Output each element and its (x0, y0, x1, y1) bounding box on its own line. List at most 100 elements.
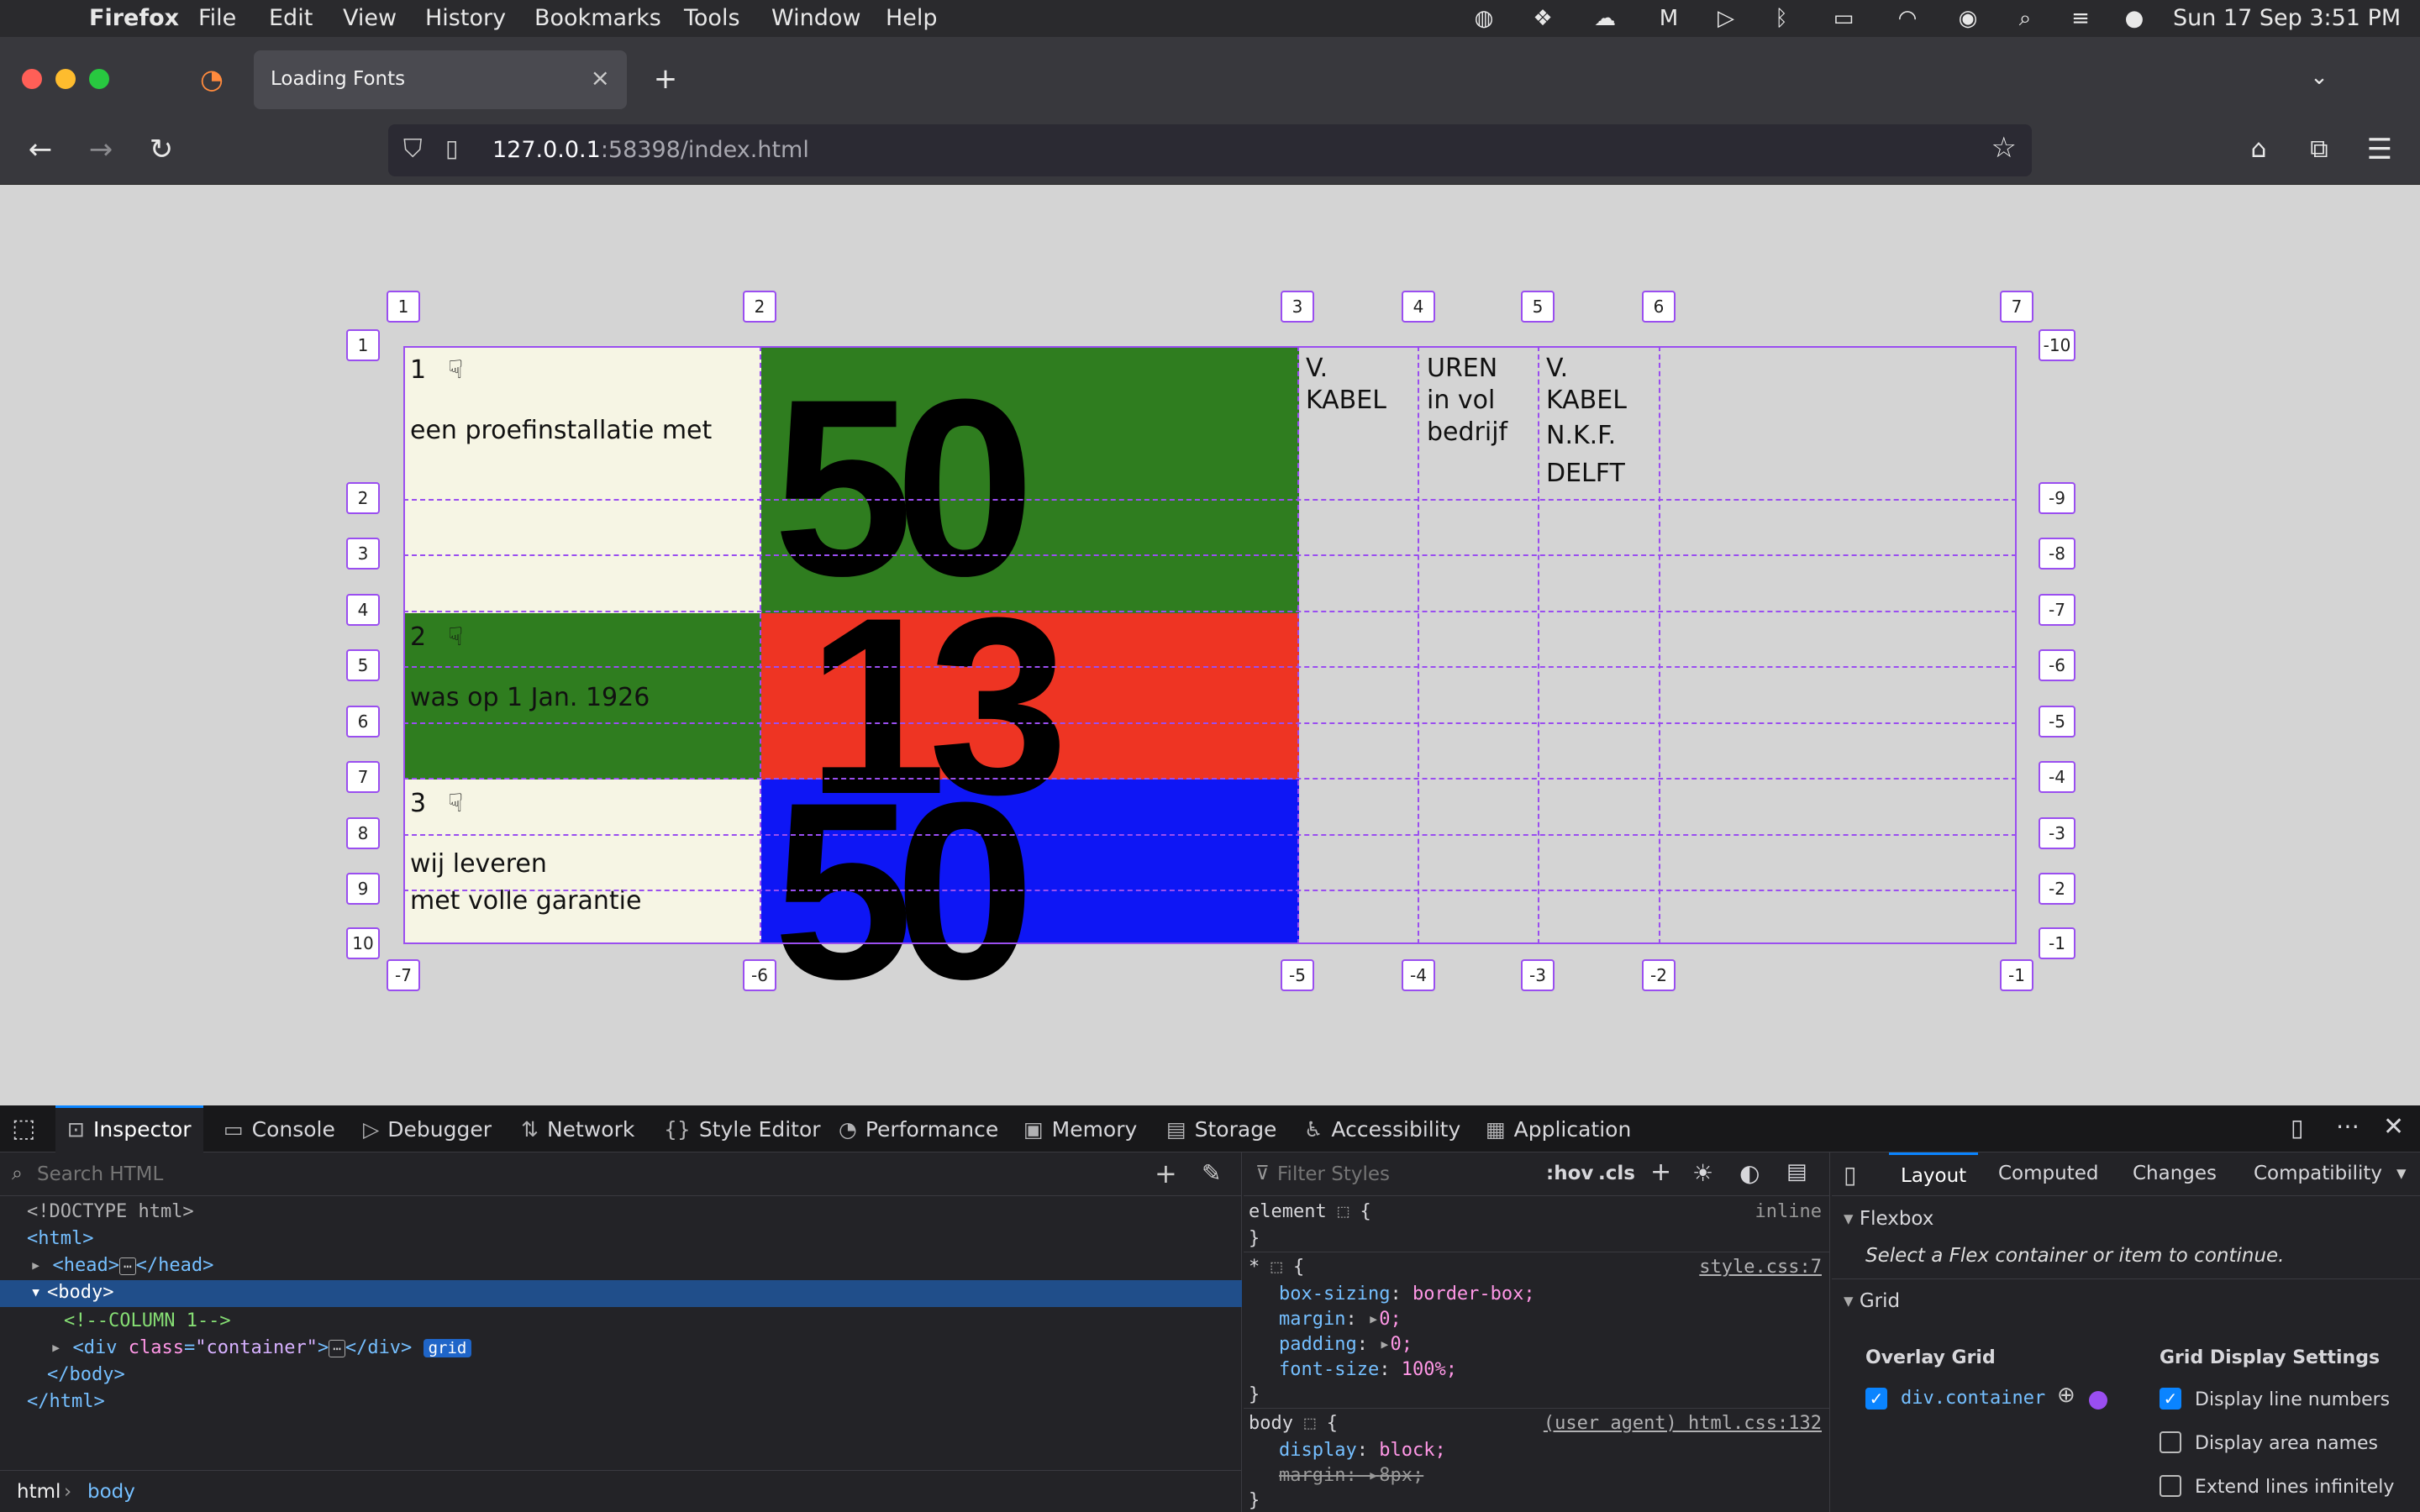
extend-lines-checkbox[interactable] (2160, 1475, 2181, 1497)
bluetooth-icon[interactable]: ᛒ (1770, 7, 1793, 30)
decl-padding[interactable]: padding: ▸0; (1279, 1334, 1413, 1355)
back-button[interactable]: ← (24, 133, 57, 166)
tab-loading-fonts[interactable]: Loading Fonts × (254, 50, 627, 109)
play-icon[interactable]: ▷ (1714, 7, 1738, 30)
menu-help[interactable]: Help (886, 5, 938, 31)
light-scheme-icon[interactable]: ☀ (1692, 1159, 1713, 1187)
pick-element-icon[interactable]: ⬚ (12, 1114, 35, 1143)
display-line-numbers-checkbox[interactable]: ✓ (2160, 1388, 2181, 1410)
menu-history[interactable]: History (425, 5, 506, 31)
menu-edit[interactable]: Edit (269, 5, 313, 31)
decl-box-sizing[interactable]: box-sizing: border-box; (1279, 1284, 1535, 1305)
battery-icon[interactable]: ▭ (1825, 7, 1862, 30)
app-menu-icon[interactable]: ☰ (2363, 133, 2396, 166)
siri-icon[interactable]: ● (2123, 7, 2146, 30)
zoom-window-button[interactable] (89, 69, 109, 89)
tab-inspector[interactable]: ⊡ Inspector (55, 1105, 203, 1152)
highlight-node-icon[interactable]: ⊕ (2057, 1383, 2075, 1408)
extensions-icon[interactable]: ⧉ (2302, 133, 2336, 166)
grid-section-header[interactable]: ▾ Grid (1844, 1290, 1900, 1312)
list-tabs-icon[interactable]: ⌄ (2302, 60, 2336, 94)
reload-button[interactable]: ↻ (145, 133, 178, 166)
filter-styles-input[interactable] (1277, 1159, 1512, 1189)
collapsed-ellipsis[interactable]: ⋯ (118, 1257, 136, 1275)
tab-network[interactable]: ⇅ Network (521, 1117, 634, 1142)
pocket-icon[interactable]: ⌂ (2242, 133, 2275, 166)
close-tab-icon[interactable]: × (591, 64, 610, 92)
wifi-icon[interactable]: ◠ (1896, 7, 1919, 30)
close-devtools-icon[interactable]: ✕ (2383, 1112, 2404, 1142)
expand-arrow-icon[interactable]: ▸ (30, 1255, 41, 1276)
decl-font-size[interactable]: font-size: 100%; (1279, 1359, 1457, 1380)
tab-debugger[interactable]: ▷ Debugger (363, 1117, 492, 1142)
dark-scheme-icon[interactable]: ◐ (1739, 1159, 1760, 1187)
decl-display[interactable]: display: block; (1279, 1440, 1446, 1461)
add-rule-icon[interactable]: + (1650, 1158, 1671, 1187)
tab-performance[interactable]: ◔ Performance (839, 1117, 998, 1142)
collapsed-ellipsis[interactable]: ⋯ (329, 1340, 345, 1357)
more-tabs-icon[interactable]: ▾ (2396, 1163, 2407, 1184)
menu-file[interactable]: File (198, 5, 236, 31)
expand-arrow-icon[interactable]: ▸ (50, 1337, 61, 1358)
menu-bookmarks[interactable]: Bookmarks (534, 5, 661, 31)
doctype-node[interactable]: <!DOCTYPE html> (27, 1201, 194, 1222)
hov-toggle[interactable]: :hov (1546, 1163, 1593, 1184)
creative-cloud-icon[interactable]: ☁ (1593, 7, 1617, 30)
collapse-arrow-icon[interactable]: ▾ (30, 1282, 41, 1303)
minimize-window-button[interactable] (55, 69, 76, 89)
toggle-sidebar-icon[interactable]: ▯ (1844, 1161, 1856, 1189)
dock-side-icon[interactable]: ▯ (2291, 1114, 2303, 1142)
flexbox-section-header[interactable]: ▾ Flexbox (1844, 1208, 1933, 1230)
overlay-grid-item[interactable]: div.container (1901, 1388, 2045, 1409)
menubar-clock[interactable]: Sun 17 Sep 3:51 PM (2173, 5, 2401, 31)
decl-margin-overridden[interactable]: margin: ▸8px; (1279, 1465, 1423, 1486)
tab-style-editor[interactable]: {} Style Editor (664, 1117, 821, 1142)
search-icon[interactable]: ⌕ (2013, 7, 2037, 30)
new-tab-button[interactable]: + (649, 62, 682, 96)
display-area-names-checkbox[interactable] (2160, 1431, 2181, 1453)
firefox-view-icon[interactable]: ◔ (195, 62, 229, 96)
menu-view[interactable]: View (343, 5, 397, 31)
tab-application[interactable]: ▦ Application (1486, 1117, 1631, 1142)
search-html-input[interactable] (37, 1159, 1129, 1189)
forward-button[interactable]: → (84, 133, 118, 166)
grid-badge[interactable]: grid (423, 1339, 472, 1357)
tab-memory[interactable]: ▣ Memory (1023, 1117, 1137, 1142)
malwarebytes-icon[interactable]: M (1657, 7, 1681, 30)
grid-color-swatch[interactable] (2089, 1391, 2107, 1410)
breadcrumb-body[interactable]: body (87, 1481, 135, 1503)
url-bar[interactable]: ⛉ ▯ 127.0.0.1:58398/index.html ☆ (388, 124, 2032, 176)
tab-computed[interactable]: Computed (1998, 1163, 2098, 1184)
tab-accessibility[interactable]: ♿ Accessibility (1304, 1117, 1460, 1142)
user-icon[interactable]: ◉ (1956, 7, 1980, 30)
container-div-node[interactable]: ▸ <div class="container"> ⋯ </div> grid (50, 1337, 472, 1358)
control-center-icon[interactable]: ≡ (2069, 7, 2092, 30)
menu-tools[interactable]: Tools (684, 5, 740, 31)
breadcrumb-html[interactable]: html (17, 1481, 60, 1503)
add-node-icon[interactable]: + (1155, 1158, 1177, 1189)
close-window-button[interactable] (22, 69, 42, 89)
tab-changes[interactable]: Changes (2133, 1163, 2217, 1184)
cls-toggle[interactable]: .cls (1598, 1163, 1635, 1184)
shield-icon[interactable]: ⛉ (403, 134, 423, 164)
overlay-grid-checkbox[interactable]: ✓ (1865, 1388, 1887, 1410)
print-media-icon[interactable]: ▤ (1786, 1159, 1807, 1184)
eyedropper-icon[interactable]: ✎ (1202, 1159, 1221, 1187)
menu-window[interactable]: Window (771, 5, 860, 31)
dropbox-icon[interactable]: ❖ (1531, 7, 1555, 30)
head-node[interactable]: ▸ <head> ⋯ </head> (30, 1255, 213, 1276)
tab-console[interactable]: ▭ Console (224, 1117, 335, 1142)
decl-margin[interactable]: margin: ▸0; (1279, 1309, 1402, 1330)
body-node-selected[interactable]: ▾ <body> (0, 1280, 1242, 1307)
tab-layout[interactable]: Layout (1889, 1152, 1979, 1196)
tab-compatibility[interactable]: Compatibility (2254, 1163, 2382, 1184)
menu-app-name[interactable]: Firefox (89, 5, 179, 31)
bookmark-star-icon[interactable]: ☆ (1991, 131, 2017, 165)
globe-icon[interactable]: ◍ (1472, 7, 1496, 30)
body-rule-source-link[interactable]: (user agent) html.css:132 (1544, 1413, 1822, 1434)
tab-storage[interactable]: ▤ Storage (1166, 1117, 1276, 1142)
comment-node[interactable]: <!--COLUMN 1--> (64, 1310, 231, 1331)
html-node[interactable]: <html> (27, 1228, 93, 1249)
star-rule-source-link[interactable]: style.css:7 (1699, 1257, 1822, 1278)
more-options-icon[interactable]: ⋯ (2336, 1112, 2360, 1140)
